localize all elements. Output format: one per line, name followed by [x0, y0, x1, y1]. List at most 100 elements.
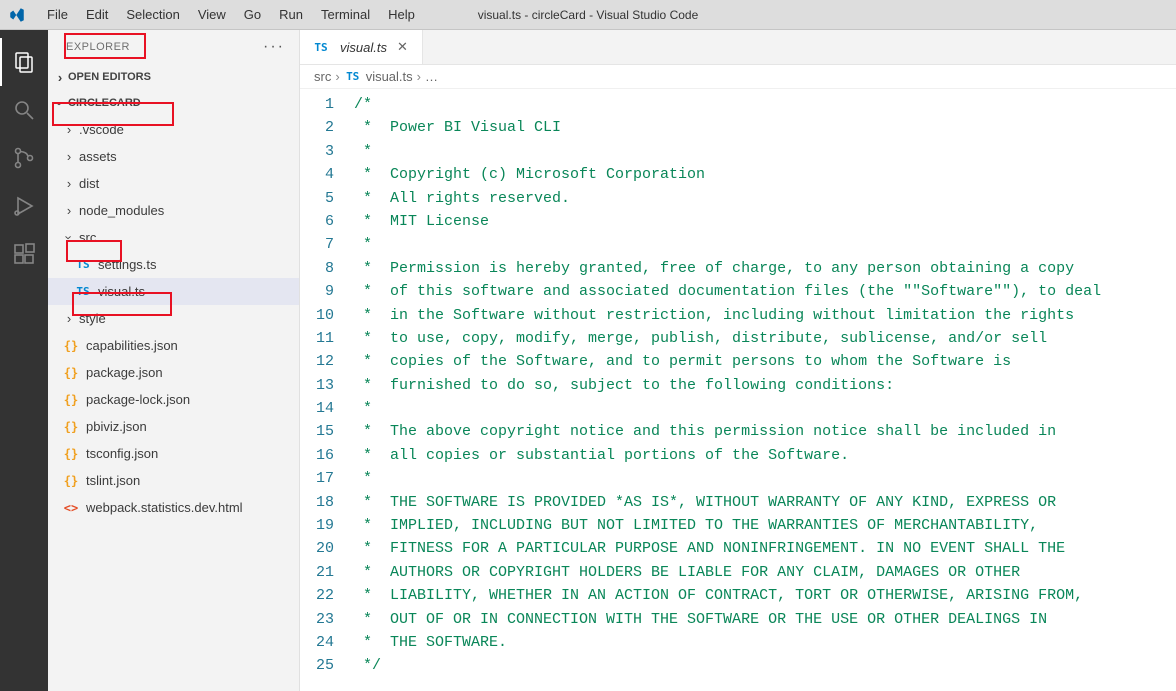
code-line[interactable]: * furnished to do so, subject to the fol…: [354, 374, 1176, 397]
breadcrumbs[interactable]: src › TS visual.ts › …: [300, 65, 1176, 89]
code-line[interactable]: * LIABILITY, WHETHER IN AN ACTION OF CON…: [354, 584, 1176, 607]
chevron-right-icon: ›: [52, 70, 68, 85]
activity-bar: [0, 30, 48, 691]
json-icon: {}: [62, 420, 80, 434]
tree-item-label: assets: [79, 149, 117, 164]
tree-item-tsconfig-json[interactable]: {}tsconfig.json: [48, 440, 299, 467]
ts-icon: TS: [74, 285, 92, 298]
sidebar-explorer: EXPLORER ··· › OPEN EDITORS › CIRCLECARD…: [48, 30, 300, 691]
activity-run-debug[interactable]: [0, 182, 48, 230]
tree-item-package-json[interactable]: {}package.json: [48, 359, 299, 386]
breadcrumb-file[interactable]: visual.ts: [366, 69, 413, 84]
tree-item--vscode[interactable]: ›.vscode: [48, 116, 299, 143]
line-number: 17: [300, 467, 334, 490]
ts-icon: TS: [312, 41, 330, 54]
file-tree: ›.vscode›assets›dist›node_modules›srcTSs…: [48, 116, 299, 521]
tree-item-label: webpack.statistics.dev.html: [86, 500, 243, 515]
chevron-right-icon: ›: [62, 122, 76, 137]
code-line[interactable]: * AUTHORS OR COPYRIGHT HOLDERS BE LIABLE…: [354, 561, 1176, 584]
chevron-right-icon: ›: [62, 149, 76, 164]
activity-search[interactable]: [0, 86, 48, 134]
code-line[interactable]: * to use, copy, modify, merge, publish, …: [354, 327, 1176, 350]
sidebar-more-icon[interactable]: ···: [263, 38, 285, 56]
ts-icon: TS: [344, 70, 362, 83]
tree-item-src[interactable]: ›src: [48, 224, 299, 251]
code-line[interactable]: * THE SOFTWARE.: [354, 631, 1176, 654]
tree-item-package-lock-json[interactable]: {}package-lock.json: [48, 386, 299, 413]
json-icon: {}: [62, 447, 80, 461]
tree-item-webpack-statistics-dev-html[interactable]: <>webpack.statistics.dev.html: [48, 494, 299, 521]
code-line[interactable]: * of this software and associated docume…: [354, 280, 1176, 303]
code-line[interactable]: * copies of the Software, and to permit …: [354, 350, 1176, 373]
menu-edit[interactable]: Edit: [77, 3, 117, 26]
code-line[interactable]: * The above copyright notice and this pe…: [354, 420, 1176, 443]
line-number: 3: [300, 140, 334, 163]
tree-item-label: visual.ts: [98, 284, 145, 299]
ts-icon: TS: [74, 258, 92, 271]
activity-extensions[interactable]: [0, 230, 48, 278]
line-number: 13: [300, 374, 334, 397]
breadcrumb-more[interactable]: …: [425, 69, 438, 84]
tree-item-assets[interactable]: ›assets: [48, 143, 299, 170]
line-number: 12: [300, 350, 334, 373]
code-line[interactable]: * FITNESS FOR A PARTICULAR PURPOSE AND N…: [354, 537, 1176, 560]
code-line[interactable]: * All rights reserved.: [354, 187, 1176, 210]
menu-go[interactable]: Go: [235, 3, 270, 26]
close-icon[interactable]: ✕: [393, 39, 412, 55]
tree-item-pbiviz-json[interactable]: {}pbiviz.json: [48, 413, 299, 440]
tree-item-dist[interactable]: ›dist: [48, 170, 299, 197]
code-line[interactable]: * Copyright (c) Microsoft Corporation: [354, 163, 1176, 186]
section-open-editors[interactable]: › OPEN EDITORS: [48, 64, 299, 90]
open-editors-label: OPEN EDITORS: [68, 71, 151, 83]
code-content[interactable]: /* * Power BI Visual CLI * * Copyright (…: [354, 89, 1176, 691]
line-number: 10: [300, 304, 334, 327]
line-number: 24: [300, 631, 334, 654]
code-line[interactable]: */: [354, 654, 1176, 677]
line-number: 19: [300, 514, 334, 537]
tab-visual-ts[interactable]: TS visual.ts ✕: [300, 30, 423, 64]
menu-run[interactable]: Run: [270, 3, 312, 26]
json-icon: {}: [62, 474, 80, 488]
line-gutter: 1234567891011121314151617181920212223242…: [300, 89, 354, 691]
code-line[interactable]: * OUT OF OR IN CONNECTION WITH THE SOFTW…: [354, 608, 1176, 631]
menu-file[interactable]: File: [38, 3, 77, 26]
tree-item-label: dist: [79, 176, 99, 191]
editor-area: TS visual.ts ✕ src › TS visual.ts › … 12…: [300, 30, 1176, 691]
code-line[interactable]: * all copies or substantial portions of …: [354, 444, 1176, 467]
code-line[interactable]: *: [354, 397, 1176, 420]
code-area[interactable]: 1234567891011121314151617181920212223242…: [300, 89, 1176, 691]
tree-item-node-modules[interactable]: ›node_modules: [48, 197, 299, 224]
code-line[interactable]: * Permission is hereby granted, free of …: [354, 257, 1176, 280]
menu-terminal[interactable]: Terminal: [312, 3, 379, 26]
tree-item-label: node_modules: [79, 203, 164, 218]
tree-item-capabilities-json[interactable]: {}capabilities.json: [48, 332, 299, 359]
code-line[interactable]: /*: [354, 93, 1176, 116]
chevron-right-icon: ›: [417, 69, 421, 84]
code-line[interactable]: * THE SOFTWARE IS PROVIDED *AS IS*, WITH…: [354, 491, 1176, 514]
code-line[interactable]: *: [354, 140, 1176, 163]
tree-item-settings-ts[interactable]: TSsettings.ts: [48, 251, 299, 278]
code-line[interactable]: * MIT License: [354, 210, 1176, 233]
tree-item-label: tslint.json: [86, 473, 140, 488]
tree-item-style[interactable]: ›style: [48, 305, 299, 332]
tree-item-label: src: [79, 230, 96, 245]
line-number: 4: [300, 163, 334, 186]
menu-view[interactable]: View: [189, 3, 235, 26]
menu-help[interactable]: Help: [379, 3, 424, 26]
menu-selection[interactable]: Selection: [117, 3, 188, 26]
code-line[interactable]: * in the Software without restriction, i…: [354, 304, 1176, 327]
line-number: 18: [300, 491, 334, 514]
breadcrumb-src[interactable]: src: [314, 69, 331, 84]
tree-item-visual-ts[interactable]: TS visual.ts: [48, 278, 299, 305]
line-number: 2: [300, 116, 334, 139]
code-line[interactable]: * IMPLIED, INCLUDING BUT NOT LIMITED TO …: [354, 514, 1176, 537]
activity-source-control[interactable]: [0, 134, 48, 182]
code-line[interactable]: * Power BI Visual CLI: [354, 116, 1176, 139]
tree-item-tslint-json[interactable]: {} tslint.json: [48, 467, 299, 494]
code-line[interactable]: *: [354, 467, 1176, 490]
activity-explorer[interactable]: [0, 38, 48, 86]
tree-item-label: capabilities.json: [86, 338, 178, 353]
line-number: 6: [300, 210, 334, 233]
code-line[interactable]: *: [354, 233, 1176, 256]
section-workspace[interactable]: › CIRCLECARD: [48, 90, 299, 116]
